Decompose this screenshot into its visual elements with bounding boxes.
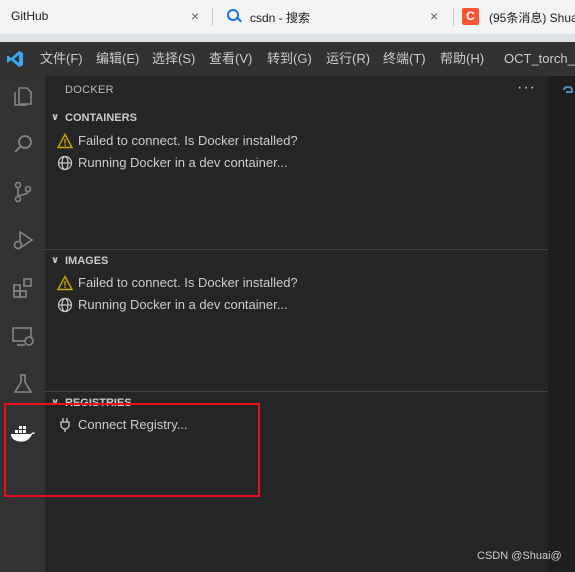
menu-terminal[interactable]: 终端(T) bbox=[383, 42, 426, 76]
warning-icon bbox=[57, 133, 73, 149]
testing-icon[interactable] bbox=[0, 364, 45, 404]
source-control-icon[interactable] bbox=[0, 172, 45, 212]
menu-file[interactable]: 文件(F) bbox=[40, 42, 83, 76]
item-label: Running Docker in a dev container... bbox=[78, 297, 288, 312]
chevron-down-icon: ∨ bbox=[51, 255, 60, 266]
item-label: Running Docker in a dev container... bbox=[78, 155, 288, 170]
list-item[interactable]: Failed to connect. Is Docker installed? bbox=[45, 272, 548, 294]
chevron-down-icon: ∨ bbox=[51, 112, 60, 123]
section-divider bbox=[45, 249, 548, 250]
vscode-logo-icon bbox=[7, 51, 23, 67]
tab-title: GitHub bbox=[11, 9, 49, 23]
section-header-containers[interactable]: ∨ CONTAINERS bbox=[45, 108, 548, 130]
close-icon[interactable]: × bbox=[191, 8, 199, 24]
tab-title: (95条消息) Shua bbox=[489, 11, 575, 25]
warning-icon bbox=[57, 275, 73, 291]
globe-icon bbox=[57, 155, 73, 171]
menu-edit[interactable]: 编辑(E) bbox=[96, 42, 139, 76]
globe-icon bbox=[57, 297, 73, 313]
window-title: OCT_torch_pa bbox=[504, 51, 575, 66]
more-actions-icon[interactable]: ··· bbox=[517, 79, 536, 97]
menu-view[interactable]: 查看(V) bbox=[209, 42, 252, 76]
toolbar-gap bbox=[0, 34, 575, 42]
editor-area bbox=[548, 76, 575, 572]
close-icon[interactable]: × bbox=[430, 8, 438, 24]
item-label: Failed to connect. Is Docker installed? bbox=[78, 133, 298, 148]
list-item[interactable]: Running Docker in a dev container... bbox=[45, 294, 548, 316]
remote-explorer-icon[interactable] bbox=[0, 316, 45, 356]
python-file-icon bbox=[563, 86, 573, 93]
browser-tab-strip: GitHub × csdn - 搜索 × C (95条消息) Shua bbox=[0, 0, 575, 34]
section-divider bbox=[45, 391, 548, 392]
section-title: CONTAINERS bbox=[65, 112, 137, 124]
watermark: CSDN @Shuai@ bbox=[477, 550, 562, 562]
search-icon[interactable] bbox=[0, 124, 45, 164]
explorer-icon[interactable] bbox=[0, 76, 45, 116]
list-item[interactable]: Running Docker in a dev container... bbox=[45, 152, 548, 174]
menu-run[interactable]: 运行(R) bbox=[326, 42, 370, 76]
menu-selection[interactable]: 选择(S) bbox=[152, 42, 195, 76]
browser-tab-csdn-search[interactable]: csdn - 搜索 × bbox=[213, 0, 453, 34]
menu-go[interactable]: 转到(G) bbox=[267, 42, 312, 76]
list-item[interactable]: Failed to connect. Is Docker installed? bbox=[45, 130, 548, 152]
activity-bar bbox=[0, 76, 45, 572]
tab-title: csdn - 搜索 bbox=[250, 11, 311, 25]
sidebar-title: DOCKER bbox=[65, 84, 114, 96]
docker-sidebar: DOCKER ··· ∨ CONTAINERS Failed to connec… bbox=[45, 76, 548, 572]
highlight-box bbox=[4, 403, 260, 497]
run-debug-icon[interactable] bbox=[0, 220, 45, 260]
item-label: Failed to connect. Is Docker installed? bbox=[78, 275, 298, 290]
extensions-icon[interactable] bbox=[0, 268, 45, 308]
browser-tab-github[interactable]: GitHub × bbox=[0, 0, 212, 34]
browser-tab-csdn-post[interactable]: (95条消息) Shua bbox=[454, 0, 575, 34]
menu-help[interactable]: 帮助(H) bbox=[440, 42, 484, 76]
section-header-images[interactable]: ∨ IMAGES bbox=[45, 251, 548, 273]
search-icon bbox=[227, 9, 239, 21]
section-title: IMAGES bbox=[65, 255, 109, 267]
